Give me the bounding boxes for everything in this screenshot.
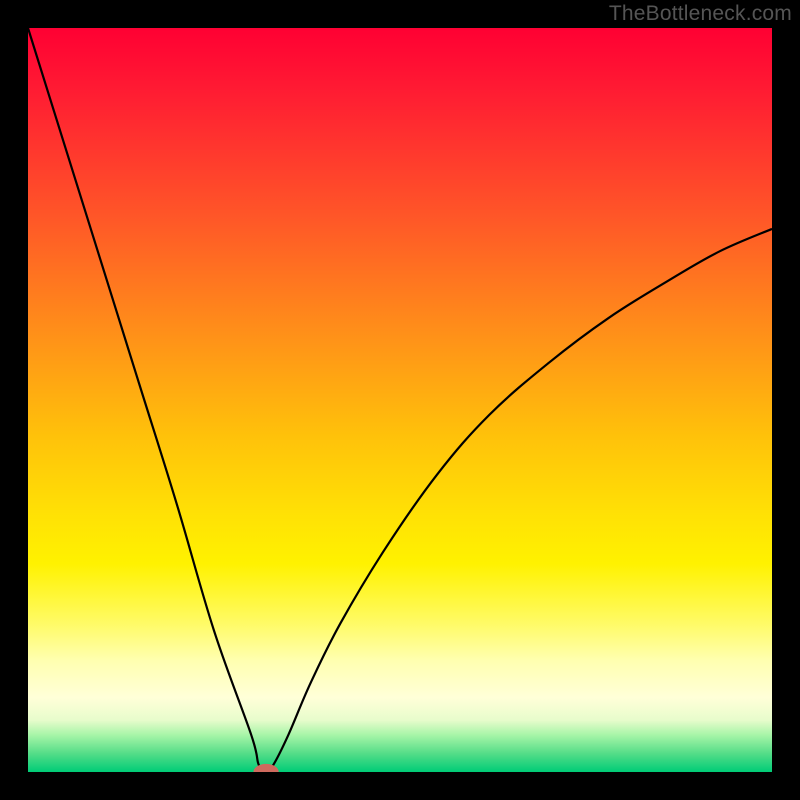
plot-area bbox=[28, 28, 772, 772]
chart-svg bbox=[28, 28, 772, 772]
curve-path bbox=[28, 28, 772, 772]
chart-frame: TheBottleneck.com bbox=[0, 0, 800, 800]
min-marker bbox=[253, 764, 278, 772]
watermark-text: TheBottleneck.com bbox=[609, 2, 792, 26]
